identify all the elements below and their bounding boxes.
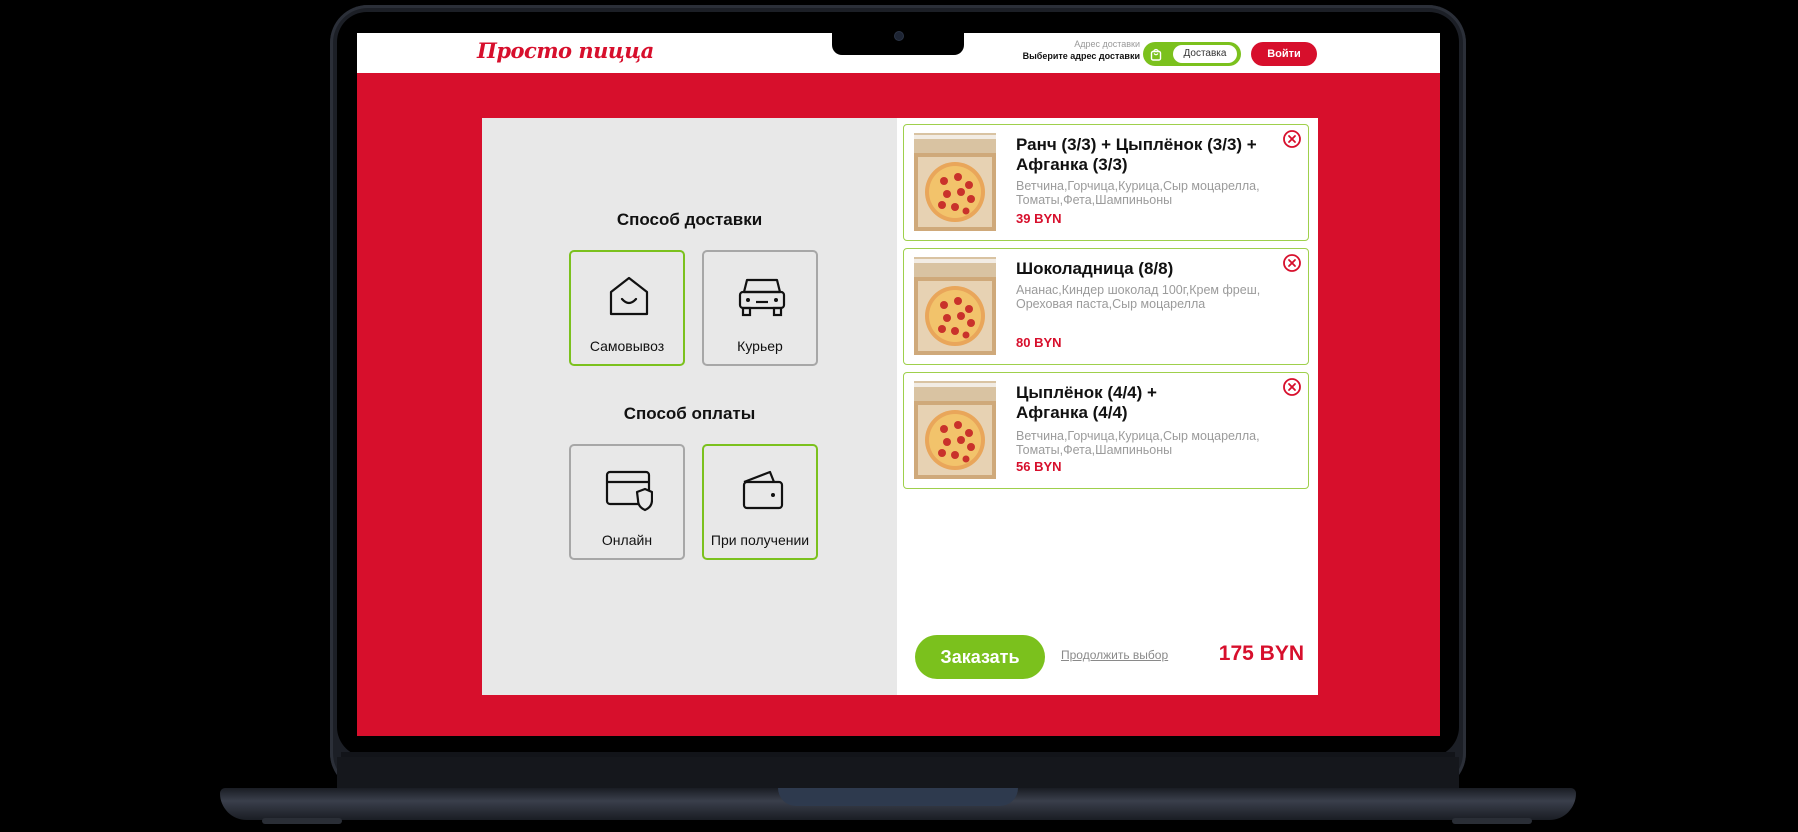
address-label: Адрес доставки — [1074, 39, 1140, 49]
laptop-thumb-notch — [778, 788, 1018, 806]
payment-method-title: Способ оплаты — [623, 404, 756, 423]
cart-item-title: Шоколадница (8/8) — [1016, 259, 1174, 278]
delivery-method-title: Способ доставки — [616, 210, 763, 229]
delivery-option-courier[interactable]: Курьер — [702, 250, 818, 366]
order-button[interactable]: Заказать — [915, 635, 1045, 679]
payment-option-label: Онлайн — [601, 532, 653, 548]
shopping-bag-icon — [1148, 46, 1164, 62]
laptop-foot-right — [1452, 818, 1532, 824]
cart-item-price: 56 BYN — [1016, 459, 1062, 474]
delivery-toggle[interactable]: Доставка — [1143, 42, 1241, 66]
laptop-foot-left — [262, 818, 342, 824]
pizza-box-image — [914, 133, 996, 231]
checkout-options: Способ доставки Самовывоз Курьер Способ … — [482, 118, 897, 695]
login-button[interactable]: Войти — [1251, 42, 1317, 66]
delivery-option-pickup[interactable]: Самовывоз — [569, 250, 685, 366]
cart-total: 175 BYN — [1218, 642, 1304, 665]
screen: Просто пицца Адрес доставки Выберите адр… — [357, 33, 1440, 736]
payment-option-on-delivery[interactable]: При получении — [702, 444, 818, 560]
cart-item-price: 39 BYN — [1016, 211, 1062, 226]
pizza-box-image — [914, 381, 996, 479]
remove-item-icon[interactable] — [1282, 253, 1302, 273]
cart-item-ingredients: Ананас,Киндер шоколад 100г,Крем фреш, Ор… — [1016, 283, 1261, 311]
site-logo[interactable]: Просто пицца — [477, 38, 654, 63]
address-value[interactable]: Выберите адрес доставки — [1023, 51, 1140, 61]
delivery-option-label: Самовывоз — [589, 338, 665, 354]
checkout-panel: Способ доставки Самовывоз Курьер Способ … — [482, 118, 1318, 695]
continue-shopping-link[interactable]: Продолжить выбор — [1061, 648, 1168, 662]
payment-option-label: При получении — [710, 532, 810, 548]
pizza-box-image — [914, 257, 996, 355]
delivery-address[interactable]: Адрес доставки Выберите адрес доставки — [1023, 39, 1140, 61]
remove-item-icon[interactable] — [1282, 377, 1302, 397]
remove-item-icon[interactable] — [1282, 129, 1302, 149]
car-icon — [738, 278, 786, 317]
delivery-option-label: Курьер — [737, 338, 783, 354]
cart-item: Ранч (3/3) + Цыплёнок (3/3) + Афганка (3… — [903, 124, 1309, 241]
toggle-label: Доставка — [1173, 45, 1237, 63]
camera-icon — [895, 32, 903, 40]
cart-item-ingredients: Ветчина,Горчица,Курица,Сыр моцарелла, То… — [1016, 429, 1260, 457]
house-icon — [609, 276, 649, 316]
card-shield-icon — [605, 470, 653, 512]
cart-item-title: Цыплёнок (4/4) + Афганка (4/4) — [1016, 383, 1157, 422]
payment-option-online[interactable]: Онлайн — [569, 444, 685, 560]
laptop-bezel-bottom — [337, 757, 1459, 789]
cart-item: Цыплёнок (4/4) + Афганка (4/4) Ветчина,Г… — [903, 372, 1309, 489]
cart-item-price: 80 BYN — [1016, 335, 1062, 350]
cart-item-title: Ранч (3/3) + Цыплёнок (3/3) + Афганка (3… — [1016, 135, 1257, 174]
wallet-icon — [742, 470, 784, 510]
cart-item-ingredients: Ветчина,Горчица,Курица,Сыр моцарелла, То… — [1016, 179, 1260, 207]
cart: Ранч (3/3) + Цыплёнок (3/3) + Афганка (3… — [897, 118, 1318, 695]
cart-item: Шоколадница (8/8) Ананас,Киндер шоколад … — [903, 248, 1309, 365]
